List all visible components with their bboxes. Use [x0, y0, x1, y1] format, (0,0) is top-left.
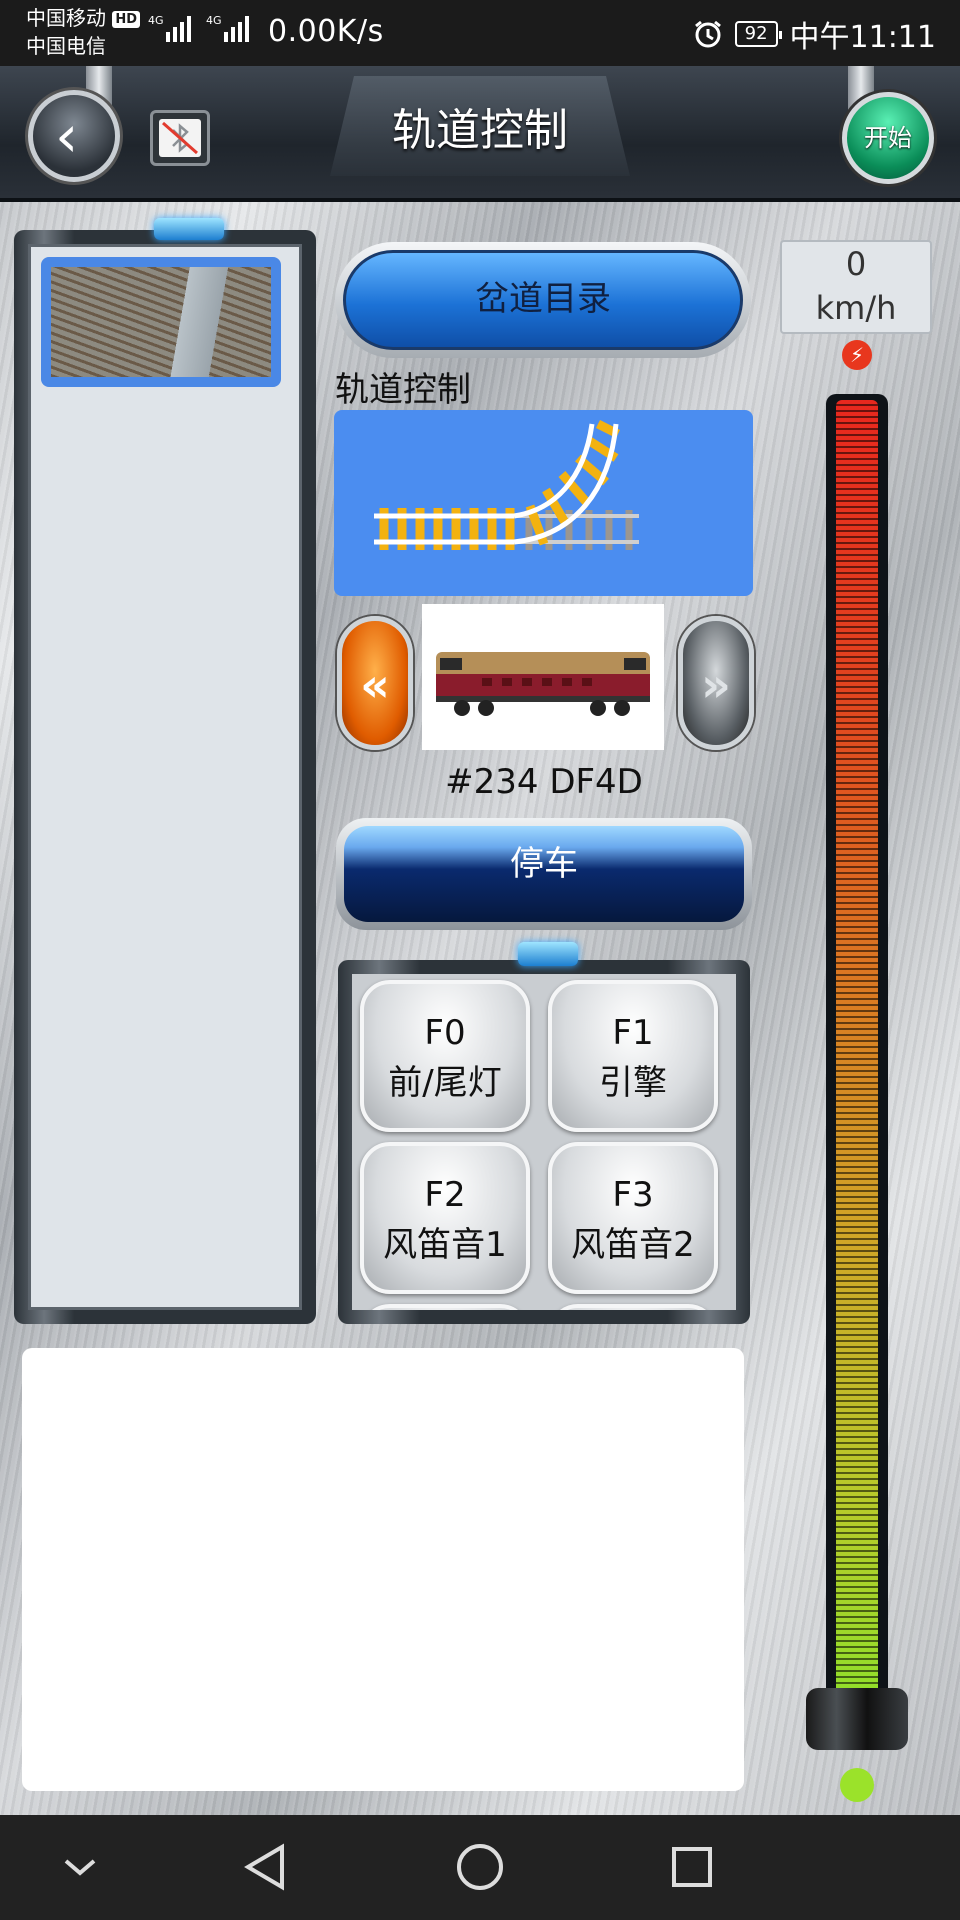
- carrier1: 中国移动: [26, 6, 106, 30]
- alarm-icon: [694, 20, 721, 48]
- stop-label: 停车: [344, 826, 744, 922]
- function-key: F3: [612, 1175, 654, 1215]
- chevron-left-icon: ‹: [55, 102, 79, 170]
- camera-panel: [14, 218, 316, 1324]
- hd-badge: HD: [112, 11, 141, 28]
- function-name: 引擎: [599, 1063, 667, 1103]
- function-name: 风笛音2: [571, 1225, 695, 1265]
- battery-level: 92: [734, 21, 782, 47]
- track-switch-icon: [374, 419, 639, 550]
- signal1-icon: [166, 12, 191, 42]
- function-key: F0: [424, 1013, 466, 1053]
- carrier2: 中国电信: [26, 34, 106, 58]
- back-button[interactable]: ‹: [28, 90, 120, 182]
- function-button-f3[interactable]: F3 风笛音2: [548, 1142, 718, 1294]
- speed-display: 0 km/h: [780, 240, 932, 334]
- camera-image: [51, 267, 271, 377]
- stop-button[interactable]: 停车: [336, 818, 752, 930]
- function-key: F1: [612, 1013, 654, 1053]
- page-title: 轨道控制: [392, 105, 568, 156]
- junction-directory-button[interactable]: 岔道目录: [335, 242, 751, 358]
- next-loco-button[interactable]: »: [678, 616, 754, 750]
- recent-apps-icon[interactable]: [652, 1835, 732, 1899]
- throttle-slider[interactable]: [826, 394, 888, 1714]
- function-button-f0[interactable]: F0 前/尾灯: [360, 980, 530, 1132]
- function-name: 风笛音1: [383, 1225, 507, 1265]
- status-bar: 中国移动 HD 中国电信 4G 4G 0.00K/s 92 中午11:11: [0, 0, 960, 66]
- lightning-icon: ⚡: [842, 340, 872, 370]
- track-switch-panel[interactable]: [334, 410, 753, 596]
- carrier-info: 中国移动 HD 中国电信: [26, 4, 141, 60]
- net-speed: 0.00K/s: [268, 14, 384, 49]
- double-chevron-left-icon: «: [360, 658, 390, 712]
- throttle-scale: [836, 400, 878, 1708]
- function-name: 前/尾灯: [388, 1063, 502, 1103]
- function-panel: F0 前/尾灯 F1 引擎 F2 风笛音1 F3 风笛音2: [338, 942, 750, 1324]
- throttle-zero-indicator: [840, 1768, 874, 1802]
- system-nav-bar: [0, 1815, 960, 1920]
- home-circle-icon[interactable]: [440, 1835, 520, 1899]
- function-grid: F0 前/尾灯 F1 引擎 F2 风笛音1 F3 风笛音2: [352, 974, 736, 1310]
- throttle-handle[interactable]: [806, 1688, 908, 1750]
- camera-list: [28, 244, 302, 1310]
- function-button-f1[interactable]: F1 引擎: [548, 980, 718, 1132]
- net1-label: 4G: [148, 14, 164, 27]
- clock: 中午11:11: [789, 20, 936, 55]
- bluetooth-button[interactable]: [150, 110, 210, 166]
- locomotive-name: #234 DF4D: [445, 762, 643, 802]
- speed-unit: km/h: [815, 289, 897, 327]
- bluetooth-disabled-icon: [159, 119, 201, 157]
- speed-value: 0: [845, 245, 867, 283]
- chevron-down-icon[interactable]: [40, 1835, 120, 1899]
- function-button-partial[interactable]: [548, 1304, 718, 1310]
- signal2-icon: [224, 12, 249, 42]
- function-key: F2: [424, 1175, 466, 1215]
- status-right: 92 中午11:11: [693, 12, 936, 56]
- function-button-f2[interactable]: F2 风笛音1: [360, 1142, 530, 1294]
- function-button-partial[interactable]: [360, 1304, 530, 1310]
- back-triangle-icon[interactable]: [226, 1835, 306, 1899]
- locomotive-image: [422, 604, 664, 750]
- start-button[interactable]: 开始: [842, 92, 934, 184]
- double-chevron-right-icon: »: [701, 658, 731, 712]
- track-control-label: 轨道控制: [335, 370, 471, 410]
- app-header: 轨道控制 ‹ 开始: [0, 66, 960, 202]
- previous-loco-button[interactable]: «: [337, 616, 413, 750]
- camera-thumbnail[interactable]: [41, 257, 281, 387]
- junction-directory-label: 岔道目录: [343, 250, 743, 350]
- log-area: [22, 1348, 744, 1791]
- net2-label: 4G: [206, 14, 222, 27]
